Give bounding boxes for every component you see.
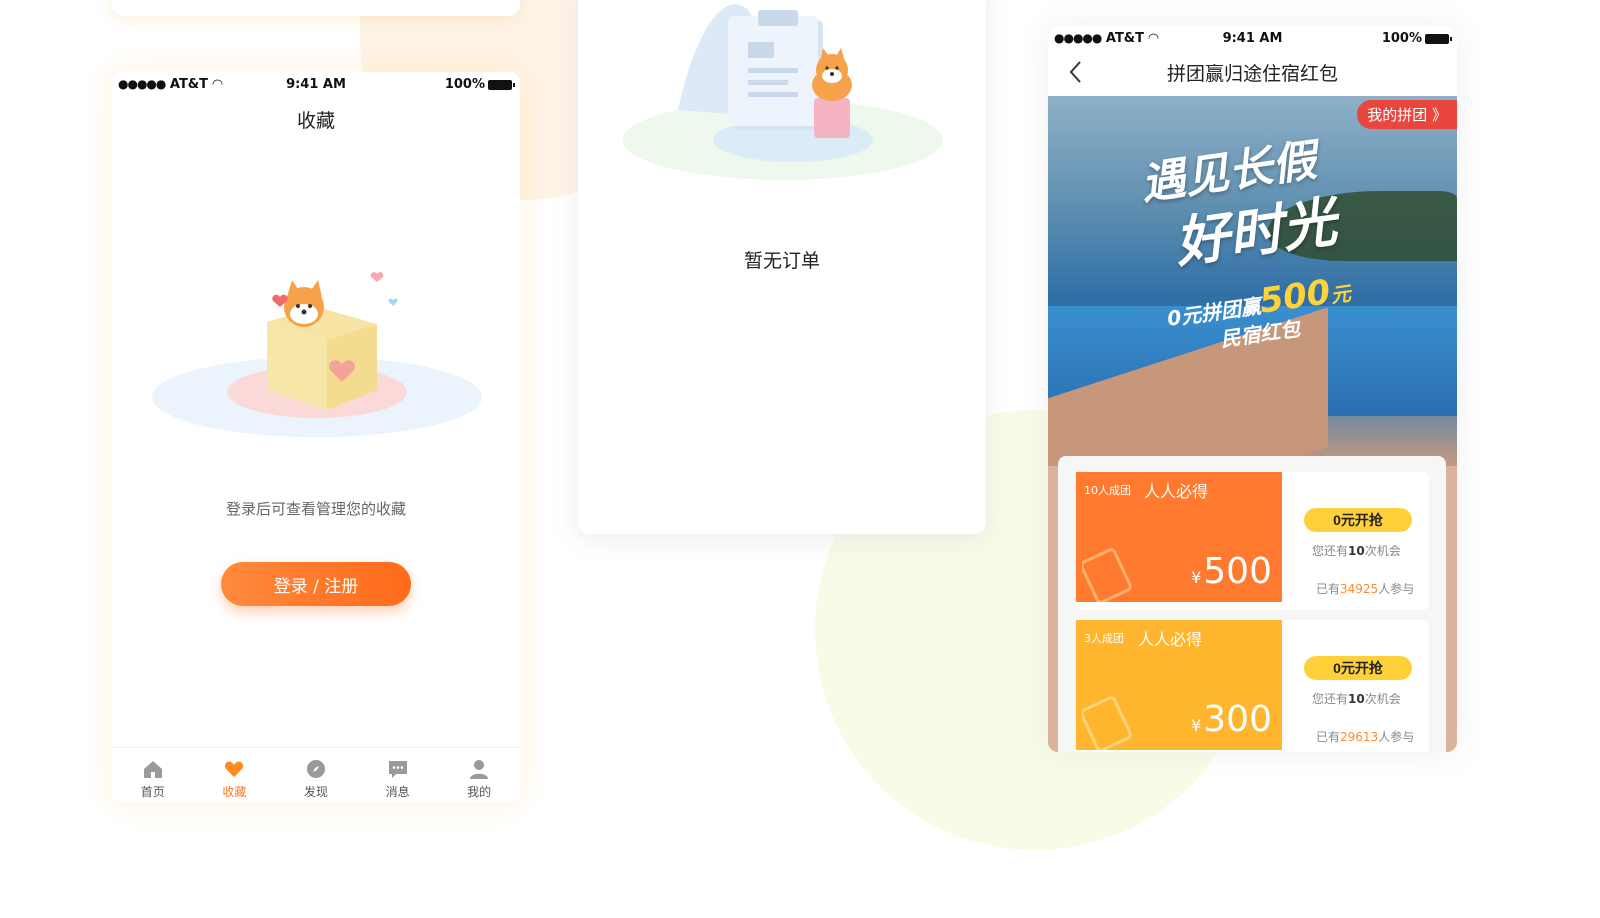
tab-profile[interactable]: 我的 — [438, 748, 520, 802]
compass-icon — [306, 760, 325, 778]
coupon-tag: 10人成团 — [1084, 484, 1131, 497]
tab-label: 发现 — [303, 785, 328, 799]
grab-coupon-button[interactable]: 0元开抢 — [1304, 656, 1412, 680]
empty-favorites-illustration — [152, 272, 482, 437]
battery-icon — [1425, 33, 1452, 44]
coupon-card[interactable]: 10人成团 人人必得 ¥500 0元开抢 您还有10次机会 已有34925人参与 — [1076, 472, 1429, 610]
empty-orders-illustration — [623, 4, 943, 180]
coupon-tag: 3人成团 — [1084, 632, 1124, 645]
tab-discover[interactable]: 发现 — [275, 748, 357, 802]
page-title: 收藏 — [296, 110, 335, 132]
favorites-screen: ●●●●● AT&T ◠ 9:41 AM 100% 收藏 登录后可查看管理您的收… — [112, 72, 520, 802]
red-envelope-icon — [1082, 696, 1132, 750]
coupon-amount: ¥300 — [1191, 699, 1272, 740]
participants-count: 已有29613人参与 — [1316, 730, 1415, 744]
tab-messages[interactable]: 消息 — [357, 748, 439, 802]
coupon-title: 人人必得 — [1144, 482, 1209, 501]
remaining-chances: 您还有10次机会 — [1312, 544, 1401, 558]
grab-coupon-button[interactable]: 0元开抢 — [1304, 508, 1412, 532]
tab-label: 收藏 — [222, 785, 247, 799]
page-title: 拼团赢归途住宿红包 — [1166, 63, 1338, 85]
login-register-button[interactable]: 登录 / 注册 — [221, 562, 411, 606]
status-bar: ●●●●● AT&T ◠ 9:41 AM 100% — [112, 74, 520, 94]
battery-percent: 100% — [1381, 31, 1422, 46]
user-icon — [470, 760, 489, 779]
empty-orders-text: 暂无订单 — [743, 250, 820, 272]
tab-label: 首页 — [140, 785, 165, 799]
my-group-badge[interactable]: 我的拼团 》 — [1357, 100, 1457, 129]
coupon-face: 10人成团 人人必得 ¥500 — [1076, 472, 1282, 602]
participants-count: 已有34925人参与 — [1316, 582, 1415, 596]
battery-icon — [488, 79, 515, 90]
coupon-amount: ¥500 — [1191, 551, 1272, 592]
tab-bar: 首页 收藏 发现 消息 我的 — [112, 747, 520, 802]
coupon-card[interactable]: 3人成团 人人必得 ¥300 0元开抢 您还有10次机会 已有29613人参与 — [1076, 620, 1429, 752]
coupon-title: 人人必得 — [1138, 630, 1203, 649]
heart-icon — [225, 761, 244, 777]
home-icon — [143, 761, 162, 778]
promo-banner: 我的拼团 》 遇见长假 好时光 0元拼团赢500元 民宿红包 — [1048, 96, 1457, 466]
tab-label: 我的 — [467, 785, 492, 799]
partial-card-top — [112, 0, 520, 16]
battery-percent: 100% — [444, 77, 485, 92]
status-bar: ●●●●● AT&T ◠ 9:41 AM 100% — [1048, 28, 1457, 48]
group-buy-screen: ●●●●● AT&T ◠ 9:41 AM 100% 拼团赢归途住宿红包 我的拼团… — [1048, 26, 1457, 752]
coupon-face: 3人成团 人人必得 ¥300 — [1076, 620, 1282, 750]
orders-screen: 暂无订单 — [578, 0, 986, 534]
login-prompt-text: 登录后可查看管理您的收藏 — [225, 500, 406, 518]
remaining-chances: 您还有10次机会 — [1312, 692, 1401, 706]
red-envelope-icon — [1082, 548, 1132, 602]
tab-home[interactable]: 首页 — [112, 748, 194, 802]
tab-label: 消息 — [385, 785, 410, 799]
tab-favorites[interactable]: 收藏 — [194, 748, 276, 802]
message-icon — [388, 761, 407, 778]
